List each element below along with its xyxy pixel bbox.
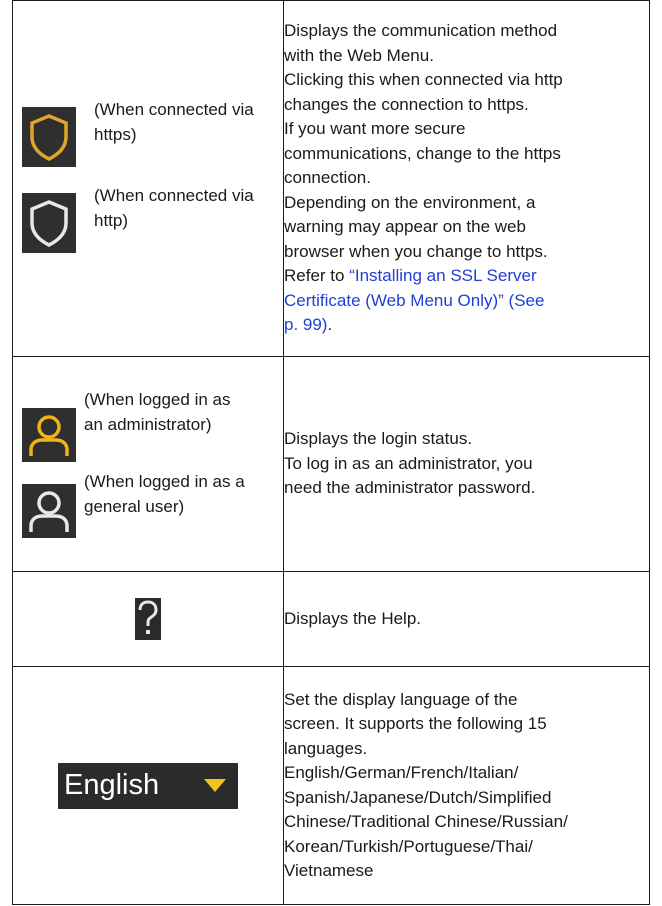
desc-line: Clicking this when connected via http bbox=[284, 70, 563, 90]
desc-line: screen. It supports the following 15 bbox=[284, 714, 547, 733]
desc-line: communications, change to the https bbox=[284, 143, 561, 163]
desc-line: connection. bbox=[284, 168, 371, 188]
desc-line: Spanish/Japanese/Dutch/Simplified bbox=[284, 787, 552, 807]
caption-https: (When connected via https) bbox=[94, 100, 254, 144]
chevron-down-icon bbox=[204, 778, 226, 792]
desc-cell-login: Displays the login status. To log in as … bbox=[283, 356, 650, 572]
desc-line: need the administrator password. bbox=[284, 478, 536, 498]
ssl-certificate-link[interactable]: p. 99) bbox=[284, 315, 327, 334]
help-icon-wrap bbox=[13, 598, 283, 640]
desc-line: Displays the Help. bbox=[284, 608, 422, 628]
desc-cell-connection: Displays the communication method with t… bbox=[283, 0, 650, 357]
desc-line: Displays the login status. bbox=[284, 429, 473, 449]
ssl-certificate-link[interactable]: Certificate (Web Menu Only)” (See bbox=[284, 291, 544, 310]
caption-general: (When logged in as a general user) bbox=[84, 472, 245, 516]
desc-line: languages. bbox=[284, 738, 368, 758]
icon-cell-login: (When logged in as an administrator) (Wh… bbox=[12, 356, 284, 572]
help-question-icon[interactable] bbox=[135, 598, 161, 640]
language-wrap: English bbox=[13, 762, 283, 809]
ssl-certificate-link[interactable]: “Installing an SSL Server bbox=[349, 266, 536, 285]
row-connection: (When connected via https) (When connect… bbox=[12, 0, 650, 357]
desc-line: If you want more secure bbox=[284, 119, 466, 139]
row-help: Displays the Help. bbox=[12, 571, 650, 667]
desc-line: changes the connection to https. bbox=[284, 94, 529, 114]
caption-admin: (When logged in as an administrator) bbox=[84, 390, 231, 434]
icon-cell-help bbox=[12, 571, 284, 667]
shield-https-icon[interactable] bbox=[22, 107, 76, 167]
language-label: English bbox=[64, 769, 160, 802]
shield-http-icon[interactable] bbox=[22, 193, 76, 253]
icon-cell-language: English bbox=[12, 666, 284, 905]
icon-item-http: (When connected via http) bbox=[22, 186, 283, 253]
desc-line: Set the display language of the bbox=[284, 689, 518, 709]
row-language: English Set the display language of the … bbox=[12, 666, 650, 905]
language-dropdown[interactable]: English bbox=[58, 762, 238, 809]
desc-line: Korean/Turkish/Portuguese/Thai/ bbox=[284, 836, 533, 856]
desc-line: warning may appear on the web bbox=[284, 217, 526, 237]
icon-item-admin: (When logged in as an administrator) bbox=[22, 390, 283, 462]
desc-line: Chinese/Traditional Chinese/Russian/ bbox=[284, 812, 568, 831]
ref-prefix: Refer to bbox=[284, 266, 350, 286]
desc-line: Displays the communication method bbox=[284, 21, 558, 41]
icon-reference-table: (When connected via https) (When connect… bbox=[12, 0, 650, 905]
icon-cell-connection: (When connected via https) (When connect… bbox=[12, 0, 284, 357]
reference-line: Certificate (Web Menu Only)” (See bbox=[284, 289, 649, 314]
icon-item-https: (When connected via https) bbox=[22, 100, 283, 167]
row-login-status: (When logged in as an administrator) (Wh… bbox=[12, 356, 650, 572]
ref-suffix: . bbox=[327, 315, 333, 335]
caption-http: (When connected via http) bbox=[94, 186, 254, 230]
desc-line: browser when you change to https. bbox=[284, 241, 548, 261]
reference-line: p. 99). bbox=[284, 313, 649, 338]
desc-line: Depending on the environment, a bbox=[284, 192, 536, 212]
user-admin-icon[interactable] bbox=[22, 408, 76, 462]
desc-line: with the Web Menu. bbox=[284, 45, 434, 65]
icon-item-general: (When logged in as a general user) bbox=[22, 470, 283, 538]
desc-cell-help: Displays the Help. bbox=[283, 571, 650, 667]
desc-line: English/German/French/Italian/ bbox=[284, 763, 519, 782]
user-general-icon[interactable] bbox=[22, 484, 76, 538]
reference-line: Refer to “Installing an SSL Server bbox=[284, 264, 649, 289]
desc-cell-language: Set the display language of the screen. … bbox=[283, 666, 650, 905]
desc-line: Vietnamese bbox=[284, 861, 374, 880]
desc-line: To log in as an administrator, you bbox=[284, 453, 533, 473]
